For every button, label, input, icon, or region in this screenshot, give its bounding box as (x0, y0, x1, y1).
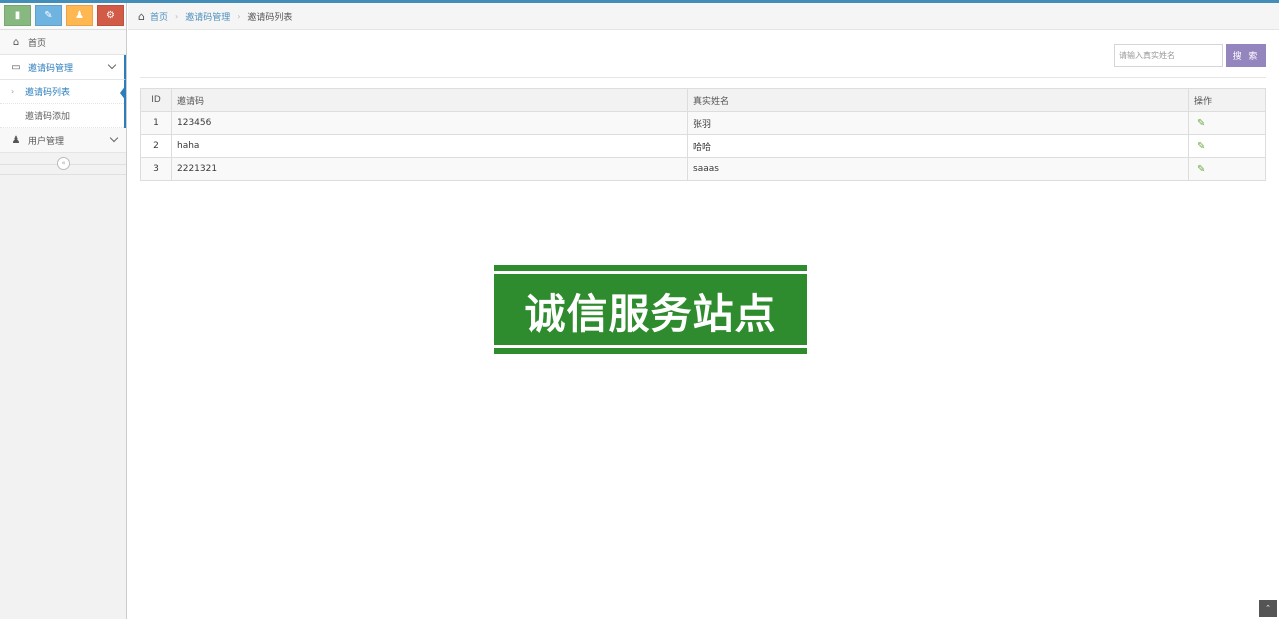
edit-pencil-icon[interactable]: ✎ (1194, 118, 1205, 129)
cell-id: 1 (140, 111, 172, 135)
column-header-id: ID (140, 88, 172, 112)
cell-id: 2 (140, 134, 172, 158)
users-icon[interactable]: ♟ (66, 5, 93, 26)
table-header-row: ID 邀请码 真实姓名 操作 (140, 88, 1266, 112)
table-row: 1 123456 张羽 ✎ (140, 111, 1266, 135)
home-icon: ⌂ (12, 36, 20, 48)
cell-name: 哈哈 (687, 134, 1189, 158)
cell-name: saaas (687, 157, 1189, 181)
column-header-name: 真实姓名 (687, 88, 1189, 112)
sidebar-item-invite-list[interactable]: › 邀请码列表 (0, 80, 126, 104)
watermark-stamp: 诚信服务站点 (494, 265, 807, 354)
sidebar-item-label: 邀请码添加 (25, 112, 71, 122)
cogs-icon[interactable]: ⚙ (97, 5, 124, 26)
breadcrumb: ⌂ 首页 › 邀请码管理 › 邀请码列表 (128, 3, 1279, 30)
sidebar-item-invite-mgmt[interactable]: ▭ 邀请码管理 (0, 55, 126, 80)
signal-icon[interactable]: ▮ (4, 5, 31, 26)
breadcrumb-home[interactable]: 首页 (150, 10, 168, 23)
sidebar-item-label: 邀请码管理 (28, 63, 74, 74)
breadcrumb-section[interactable]: 邀请码管理 (185, 10, 230, 23)
sidebar-item-invite-add[interactable]: 邀请码添加 (0, 104, 124, 128)
breadcrumb-separator-icon: › (175, 11, 179, 21)
search-input[interactable] (1114, 44, 1223, 67)
invite-code-table: ID 邀请码 真实姓名 操作 1 123456 张羽 ✎ 2 haha 哈哈 ✎… (140, 88, 1266, 181)
desktop-icon: ▭ (11, 61, 21, 73)
cell-id: 3 (140, 157, 172, 181)
user-icon: ♟ (11, 134, 21, 146)
sidebar-item-label: 首页 (28, 38, 47, 49)
sidebar-item-home[interactable]: ⌂ 首页 (0, 30, 126, 55)
breadcrumb-current: 邀请码列表 (247, 12, 293, 23)
sidebar-collapse-row: « (0, 153, 126, 175)
active-indicator (120, 85, 126, 101)
cell-name: 张羽 (687, 111, 1189, 135)
pencil-icon[interactable]: ✎ (35, 5, 62, 26)
sidebar: ▮ ✎ ♟ ⚙ ⌂ 首页 ▭ 邀请码管理 › 邀请码列表 邀请码添加 ♟ 用户管… (0, 3, 127, 619)
cell-action: ✎ (1188, 157, 1266, 181)
chevron-down-icon (109, 133, 119, 143)
column-header-action: 操作 (1188, 88, 1266, 112)
breadcrumb-separator-icon: › (237, 11, 241, 21)
cell-code: haha (171, 134, 688, 158)
cell-action: ✎ (1188, 134, 1266, 158)
table-row: 3 2221321 saaas ✎ (140, 157, 1266, 181)
sidebar-item-user-mgmt[interactable]: ♟ 用户管理 (0, 128, 126, 153)
invite-submenu: › 邀请码列表 邀请码添加 (0, 80, 126, 128)
scroll-to-top-icon[interactable]: ⌃ (1259, 600, 1277, 617)
cell-action: ✎ (1188, 111, 1266, 135)
sidebar-item-label: 用户管理 (28, 136, 65, 147)
chevron-down-icon (107, 60, 117, 70)
search-button[interactable]: 搜 索 (1226, 44, 1266, 67)
sidebar-item-label: 邀请码列表 (25, 88, 71, 98)
column-header-code: 邀请码 (171, 88, 688, 112)
home-icon: ⌂ (138, 9, 145, 23)
caret-right-icon: › (11, 87, 15, 96)
sidebar-shortcuts: ▮ ✎ ♟ ⚙ (0, 3, 126, 30)
table-row: 2 haha 哈哈 ✎ (140, 134, 1266, 158)
edit-pencil-icon[interactable]: ✎ (1194, 141, 1205, 152)
cell-code: 123456 (171, 111, 688, 135)
cell-code: 2221321 (171, 157, 688, 181)
search-bar: 搜 索 (1114, 44, 1266, 67)
edit-pencil-icon[interactable]: ✎ (1194, 164, 1205, 175)
divider (140, 77, 1266, 78)
collapse-sidebar-icon[interactable]: « (57, 157, 70, 170)
